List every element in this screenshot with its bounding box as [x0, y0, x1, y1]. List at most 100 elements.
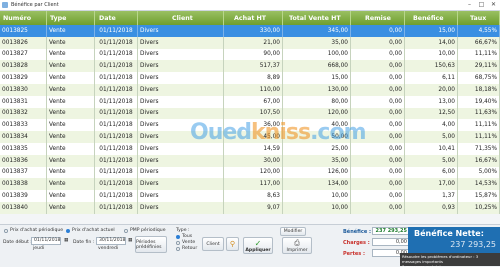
cell-vente: 126,00: [283, 166, 351, 179]
cell-taux: 15,87%: [458, 190, 500, 202]
cell-remise: 0,00: [351, 107, 405, 120]
cell-achat: 30,00: [224, 154, 283, 167]
cell-client: Divers: [138, 107, 224, 120]
cell-type: Vente: [47, 119, 95, 132]
date-debut-input[interactable]: 01/11/2018: [31, 237, 61, 245]
cell-achat: 8,89: [224, 72, 283, 84]
window-title: Bénéfice par Client: [11, 2, 59, 8]
benefice-value: 237 293,25: [372, 227, 410, 235]
table-row[interactable]: 0013832 Vente 01/11/2018 Divers 107,50 120,00…: [0, 107, 500, 120]
table-row[interactable]: 0013827 Vente 01/11/2018 Divers 90,00 100,00 0…: [0, 48, 500, 61]
periodes-predefinies-button[interactable]: Périodes prédéfinies: [135, 236, 167, 253]
cell-numero: 0013836: [0, 154, 47, 167]
title-bar: Bénéfice par Client – □ ✕: [0, 0, 500, 11]
cell-vente: 120,00: [283, 107, 351, 120]
cell-type: Vente: [47, 142, 95, 155]
table-row[interactable]: 0013836 Vente 01/11/2018 Divers 30,00 35,00 0,…: [0, 154, 500, 167]
cell-date: 01/11/2018: [95, 48, 138, 61]
cell-client: Divers: [138, 154, 224, 167]
benefice-nette-panel: Bénéfice Nette: 237 293,25: [408, 227, 500, 253]
radio-type-tous[interactable]: Tous: [176, 234, 192, 239]
cell-numero: 0013829: [0, 72, 47, 84]
col-header-date[interactable]: Date: [95, 11, 138, 25]
cell-date: 01/11/2018: [95, 119, 138, 132]
col-header-benefice[interactable]: Benéfice: [405, 11, 458, 25]
radio-type-vente[interactable]: Vente: [176, 240, 195, 245]
imprimer-button[interactable]: ⎙ Imprimer: [282, 237, 312, 254]
radio-pmp-periodique[interactable]: PMP périodique: [124, 228, 166, 233]
cell-numero: 0013832: [0, 107, 47, 120]
calendar-icon[interactable]: ▦: [64, 238, 68, 243]
cell-client: Divers: [138, 95, 224, 108]
table-row[interactable]: 0013839 Vente 01/11/2018 Divers 8,63 10,00 0,0…: [0, 190, 500, 202]
cell-vente: 345,00: [283, 25, 351, 37]
col-header-numero[interactable]: Numéro: [0, 11, 47, 25]
client-search-icon[interactable]: ⚲: [226, 237, 239, 251]
cell-numero: 0013833: [0, 119, 47, 132]
cell-remise: 0,00: [351, 36, 405, 49]
maximize-icon[interactable]: □: [477, 1, 486, 8]
cell-taux: 4,55%: [458, 25, 500, 37]
close-icon[interactable]: ✕: [489, 1, 498, 8]
cell-remise: 0,00: [351, 25, 405, 37]
cell-date: 01/11/2018: [95, 107, 138, 120]
charges-label: Charges :: [343, 240, 370, 246]
date-fin-input[interactable]: 30/11/2018: [96, 237, 126, 245]
cell-vente: 15,00: [283, 72, 351, 84]
col-header-client[interactable]: Client: [138, 11, 224, 25]
radio-prix-achat-periodique[interactable]: Prix d'achat périodique: [4, 228, 63, 233]
minimize-icon[interactable]: –: [465, 1, 474, 8]
cell-numero: 0013834: [0, 131, 47, 143]
cell-benefice: 10,41: [405, 142, 458, 155]
table-row[interactable]: 0013831 Vente 01/11/2018 Divers 67,00 80,00 0,…: [0, 95, 500, 108]
table-row[interactable]: 0013829 Vente 01/11/2018 Divers 8,89 15,00 0,0…: [0, 72, 500, 84]
radio-type-retour[interactable]: Retour: [176, 246, 197, 251]
cell-numero: 0013827: [0, 48, 47, 61]
table-row[interactable]: 0013830 Vente 01/11/2018 Divers 110,00 130,00…: [0, 83, 500, 96]
radio-prix-achat-actuel[interactable]: Prix d'achat actuel: [66, 228, 115, 233]
type-label: Type :: [176, 228, 190, 233]
col-header-remise[interactable]: Remise: [351, 11, 405, 25]
cell-achat: 117,00: [224, 178, 283, 191]
cell-benefice: 15,00: [405, 25, 458, 37]
cell-remise: 0,00: [351, 48, 405, 61]
table-row[interactable]: 0013837 Vente 01/11/2018 Divers 120,00 126,00…: [0, 166, 500, 179]
table-row[interactable]: 0013840 Vente 01/11/2018 Divers 9,07 10,00 0,0…: [0, 201, 500, 214]
cell-achat: 8,63: [224, 190, 283, 202]
cell-achat: 517,37: [224, 60, 283, 73]
cell-client: Divers: [138, 178, 224, 191]
cell-benefice: 4,00: [405, 119, 458, 132]
col-header-type[interactable]: Type: [47, 11, 95, 25]
cell-vente: 134,00: [283, 178, 351, 191]
col-header-taux[interactable]: Taux: [458, 11, 500, 25]
client-button[interactable]: Client: [202, 237, 224, 251]
cell-taux: 19,40%: [458, 95, 500, 108]
col-header-achat[interactable]: Achat HT: [224, 11, 283, 25]
cell-taux: 29,11%: [458, 60, 500, 73]
cell-taux: 16,67%: [458, 154, 500, 167]
col-header-vente[interactable]: Total Vente HT: [283, 11, 351, 25]
cell-date: 01/11/2018: [95, 72, 138, 84]
calendar-icon[interactable]: ▦: [128, 238, 132, 243]
cell-vente: 35,00: [283, 154, 351, 167]
cell-vente: 130,00: [283, 83, 351, 96]
cell-benefice: 17,00: [405, 178, 458, 191]
date-fin-day: vendredi: [98, 246, 119, 251]
charges-value: 0,00: [372, 238, 410, 246]
cell-taux: 5,00%: [458, 166, 500, 179]
table-header: Numéro Type Date Client Achat HT Total V…: [0, 11, 500, 25]
table-row[interactable]: 0013828 Vente 01/11/2018 Divers 517,37 668,00…: [0, 60, 500, 73]
cell-numero: 0013831: [0, 95, 47, 108]
table-row[interactable]: 0013826 Vente 01/11/2018 Divers 21,00 35,00 0,…: [0, 36, 500, 49]
cell-achat: 9,07: [224, 201, 283, 214]
table-row[interactable]: 0013838 Vente 01/11/2018 Divers 117,00 134,00…: [0, 178, 500, 191]
table-row[interactable]: 0013825 Vente 01/11/2018 Divers 330,00 345,00…: [0, 25, 500, 37]
cell-achat: 330,00: [224, 25, 283, 37]
cell-numero: 0013838: [0, 178, 47, 191]
cell-taux: 11,11%: [458, 48, 500, 61]
appliquer-button[interactable]: ✓ Appliquer: [243, 237, 273, 254]
cell-vente: 668,00: [283, 60, 351, 73]
cell-benefice: 20,00: [405, 83, 458, 96]
modifier-button[interactable]: Modifier: [280, 227, 306, 236]
cell-date: 01/11/2018: [95, 131, 138, 143]
